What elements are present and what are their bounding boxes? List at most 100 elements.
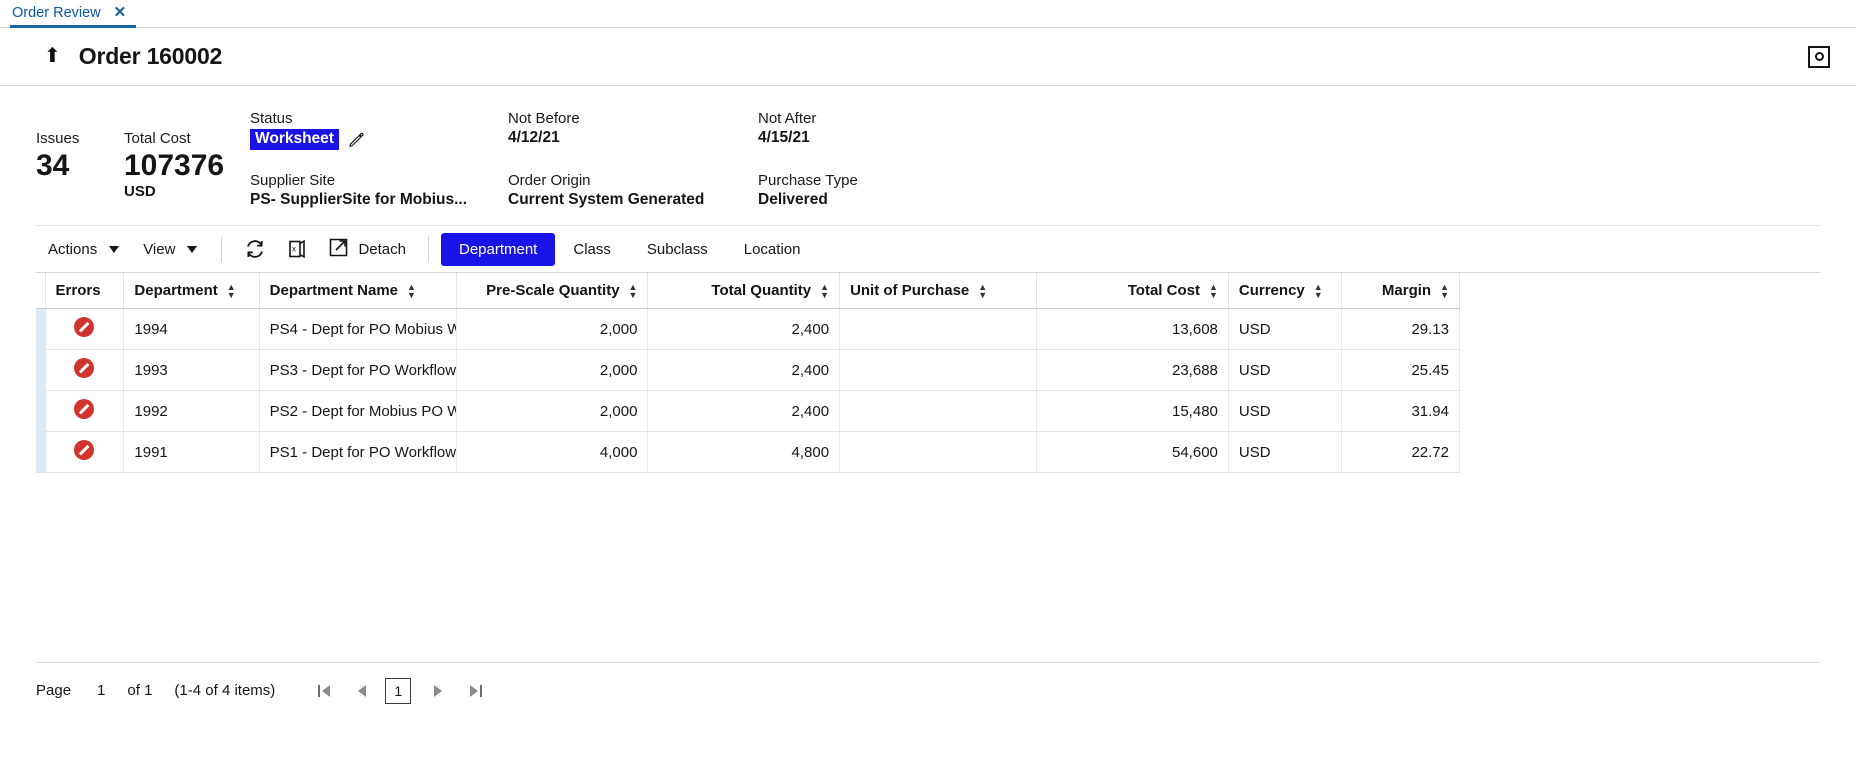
back-arrow-icon[interactable]: ⬆ [44, 46, 61, 66]
status-badge: Worksheet [250, 129, 339, 150]
cell-error[interactable] [45, 349, 125, 391]
refresh-icon[interactable] [234, 233, 276, 265]
row-marker-header [36, 273, 46, 309]
next-page-icon[interactable] [423, 678, 453, 704]
column-label-total-quantity: Total Quantity [711, 282, 812, 299]
column-header-total-quantity[interactable]: Total Quantity ▲ ▼ [647, 273, 841, 309]
cell-department-name: PS1 - Dept for PO Workflow [259, 431, 457, 473]
field-purchase-type: Purchase Type Delivered [758, 172, 1008, 209]
column-label-margin: Margin [1381, 282, 1432, 299]
table-row[interactable]: 1994 PS4 - Dept for PO Mobius W 2,000 2,… [36, 308, 1461, 350]
field-supplier-site: Supplier Site PS- SupplierSite for Mobiu… [250, 172, 508, 209]
field-supplier-site-value: PS- SupplierSite for Mobius... [250, 191, 468, 208]
sort-icon[interactable]: ▲ ▼ [1440, 282, 1449, 299]
table-row[interactable]: 1992 PS2 - Dept for Mobius PO W 2,000 2,… [36, 390, 1461, 432]
tab-location[interactable]: Location [726, 233, 819, 266]
field-order-origin: Order Origin Current System Generated [508, 172, 758, 209]
column-header-department-name[interactable]: Department Name ▲ ▼ [259, 273, 457, 309]
cell-error[interactable] [45, 431, 125, 473]
table-toolbar: Actions View x Detach Department Class S… [36, 225, 1820, 272]
cell-error[interactable] [45, 308, 125, 350]
close-icon[interactable]: ✕ [114, 5, 127, 20]
actions-menu-label: Actions [48, 240, 98, 258]
kpi-total-cost: Total Cost 107376 USD [124, 108, 240, 200]
order-field-grid: Status Worksheet Not Before 4/12/21 Not … [250, 108, 1008, 209]
cell-currency: USD [1228, 390, 1342, 432]
field-status: Status Worksheet [250, 110, 508, 150]
view-mode-icon[interactable] [1808, 45, 1830, 68]
cell-pre-scale-quantity: 4,000 [456, 431, 649, 473]
detach-button[interactable]: Detach [318, 232, 416, 267]
table-row[interactable]: 1993 PS3 - Dept for PO Workflow 2,000 2,… [36, 349, 1461, 391]
field-not-before: Not Before 4/12/21 [508, 110, 758, 150]
cell-total-cost: 13,608 [1036, 308, 1229, 350]
column-header-pre-scale-quantity[interactable]: Pre-Scale Quantity ▲ ▼ [456, 273, 649, 309]
detach-icon [328, 237, 349, 262]
field-purchase-type-label: Purchase Type [758, 172, 858, 189]
cell-error[interactable] [45, 390, 125, 432]
row-marker [36, 349, 46, 391]
sort-icon[interactable]: ▲ ▼ [629, 282, 638, 299]
first-page-icon[interactable] [309, 678, 339, 704]
field-not-before-label: Not Before [508, 110, 580, 127]
column-label-currency: Currency [1238, 282, 1305, 299]
page-label: Page [36, 682, 72, 699]
item-range-label: (1-4 of 4 items) [174, 682, 276, 699]
column-label-department: Department [134, 282, 218, 299]
cell-margin: 29.13 [1341, 308, 1461, 350]
field-not-after: Not After 4/15/21 [758, 110, 1008, 150]
edit-pencil-icon[interactable] [348, 131, 365, 148]
cell-department-name: PS3 - Dept for PO Workflow [259, 349, 457, 391]
column-header-total-cost[interactable]: Total Cost ▲ ▼ [1036, 273, 1229, 309]
field-not-after-label: Not After [758, 110, 817, 127]
sort-icon[interactable]: ▲ ▼ [407, 282, 416, 299]
page-number-input[interactable]: 1 [97, 682, 105, 699]
tab-label: Order Review [12, 4, 101, 21]
cell-margin: 31.94 [1341, 390, 1461, 432]
last-page-icon[interactable] [461, 678, 491, 704]
table-body: 1994 PS4 - Dept for PO Mobius W 2,000 2,… [36, 308, 1461, 473]
view-menu-button[interactable]: View [131, 235, 209, 264]
tab-order-review[interactable]: Order Review ✕ [10, 0, 137, 28]
table-row[interactable]: 1991 PS1 - Dept for PO Workflow 4,000 4,… [36, 431, 1461, 473]
column-header-unit-of-purchase[interactable]: Unit of Purchase ▲ ▼ [839, 273, 1038, 309]
tab-subclass[interactable]: Subclass [629, 233, 726, 266]
sort-icon[interactable]: ▲ ▼ [1209, 282, 1218, 299]
cell-pre-scale-quantity: 2,000 [456, 308, 649, 350]
error-icon [74, 317, 95, 337]
chevron-down-icon [109, 245, 120, 253]
column-header-currency[interactable]: Currency ▲ ▼ [1228, 273, 1342, 309]
page-1-button[interactable]: 1 [385, 677, 412, 704]
cell-pre-scale-quantity: 2,000 [456, 390, 649, 432]
sort-icon[interactable]: ▲ ▼ [1314, 282, 1323, 299]
kpi-issues: Issues 34 [36, 108, 114, 184]
department-table: Errors Department ▲ ▼ Department Name ▲ ▼ [36, 273, 1461, 473]
sort-icon[interactable]: ▲ ▼ [820, 282, 829, 299]
tab-department[interactable]: Department [440, 232, 556, 266]
tab-strip: Order Review ✕ [0, 0, 1856, 28]
row-marker [36, 390, 46, 432]
toolbar-divider [221, 236, 223, 262]
department-table-container: Errors Department ▲ ▼ Department Name ▲ ▼ [36, 272, 1820, 662]
column-label-unit-of-purchase: Unit of Purchase [850, 282, 970, 299]
column-header-margin[interactable]: Margin ▲ ▼ [1341, 273, 1461, 309]
previous-page-icon[interactable] [347, 678, 377, 704]
cell-department: 1991 [123, 431, 260, 473]
issues-label: Issues [36, 130, 80, 147]
table-header-row: Errors Department ▲ ▼ Department Name ▲ ▼ [36, 273, 1461, 309]
actions-menu-button[interactable]: Actions [36, 235, 131, 264]
column-header-department[interactable]: Department ▲ ▼ [123, 273, 260, 309]
error-icon [74, 358, 95, 378]
cell-department: 1992 [123, 390, 260, 432]
cell-unit-of-purchase [839, 431, 1038, 473]
tab-class[interactable]: Class [555, 233, 629, 266]
cell-total-quantity: 4,800 [647, 431, 841, 473]
sort-icon[interactable]: ▲ ▼ [978, 282, 987, 299]
column-header-errors[interactable]: Errors [45, 273, 125, 309]
total-cost-value: 107376 [124, 149, 225, 182]
sort-icon[interactable]: ▲ ▼ [227, 282, 236, 299]
export-excel-icon[interactable]: x [276, 233, 318, 265]
svg-text:x: x [292, 245, 296, 254]
cell-currency: USD [1228, 308, 1342, 350]
row-marker [36, 431, 46, 473]
